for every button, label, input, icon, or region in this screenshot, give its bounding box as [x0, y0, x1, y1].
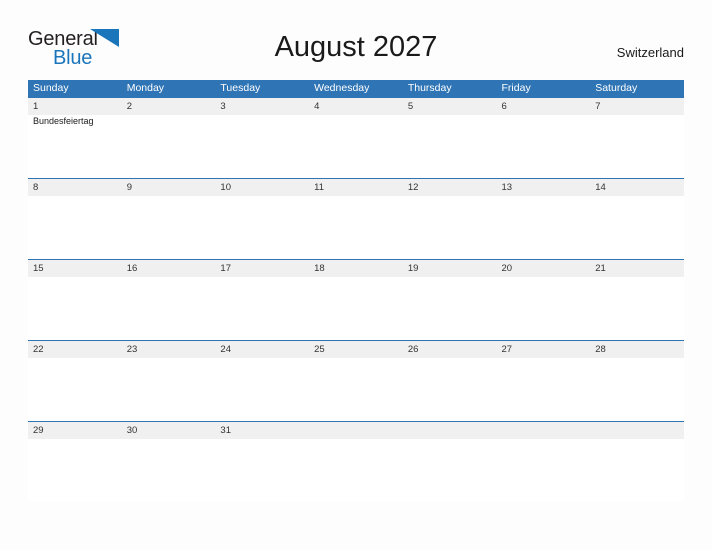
date-number-band: 8 9 10 11 12 13 14 — [28, 179, 684, 196]
day-number[interactable]: 15 — [28, 260, 122, 277]
day-number[interactable]: 1 — [28, 98, 122, 115]
day-content-band — [28, 277, 684, 340]
day-number — [309, 422, 403, 439]
page-title: August 2027 — [274, 31, 438, 63]
day-number — [403, 422, 497, 439]
day-number[interactable]: 20 — [497, 260, 591, 277]
week-row: 8 9 10 11 12 13 14 — [28, 178, 684, 259]
day-cell[interactable] — [497, 115, 591, 178]
day-cell[interactable] — [28, 277, 122, 340]
date-number-band: 15 16 17 18 19 20 21 — [28, 260, 684, 277]
weekday-friday: Friday — [501, 82, 531, 94]
day-number[interactable]: 19 — [403, 260, 497, 277]
page-header: General Blue August 2027 Switzerland — [0, 0, 712, 78]
day-number[interactable]: 12 — [403, 179, 497, 196]
day-cell[interactable] — [122, 196, 216, 259]
day-cell[interactable] — [215, 277, 309, 340]
day-cell — [309, 439, 403, 502]
day-cell[interactable] — [28, 196, 122, 259]
weekday-monday: Monday — [126, 82, 165, 94]
week-row: 29 30 31 — [28, 421, 684, 502]
date-number-band: 1 2 3 4 5 6 7 — [28, 98, 684, 115]
day-number[interactable]: 2 — [122, 98, 216, 115]
day-cell[interactable] — [122, 439, 216, 502]
day-number[interactable]: 18 — [309, 260, 403, 277]
weekday-wednesday: Wednesday — [314, 82, 370, 94]
day-cell — [403, 439, 497, 502]
day-cell[interactable] — [122, 115, 216, 178]
day-number[interactable]: 4 — [309, 98, 403, 115]
day-number[interactable]: 8 — [28, 179, 122, 196]
day-number[interactable]: 22 — [28, 341, 122, 358]
day-cell[interactable] — [309, 196, 403, 259]
day-content-band: Bundesfeiertag — [28, 115, 684, 178]
day-number[interactable]: 25 — [309, 341, 403, 358]
day-cell[interactable] — [28, 439, 122, 502]
weekday-tuesday: Tuesday — [220, 82, 261, 94]
day-cell[interactable] — [215, 115, 309, 178]
day-number[interactable]: 6 — [497, 98, 591, 115]
day-number[interactable]: 23 — [122, 341, 216, 358]
day-cell[interactable] — [28, 358, 122, 421]
day-cell[interactable] — [497, 358, 591, 421]
day-cell[interactable] — [590, 115, 684, 178]
date-number-band: 29 30 31 — [28, 422, 684, 439]
day-content-band — [28, 196, 684, 259]
day-cell[interactable] — [309, 358, 403, 421]
region-label: Switzerland — [616, 45, 684, 60]
day-cell[interactable] — [122, 358, 216, 421]
weekday-saturday: Saturday — [595, 82, 638, 94]
day-number[interactable]: 5 — [403, 98, 497, 115]
day-number[interactable]: 17 — [215, 260, 309, 277]
day-cell[interactable] — [497, 196, 591, 259]
day-cell[interactable] — [403, 358, 497, 421]
day-number[interactable]: 3 — [215, 98, 309, 115]
day-cell[interactable] — [590, 196, 684, 259]
day-number[interactable]: 24 — [215, 341, 309, 358]
day-content-band — [28, 358, 684, 421]
day-cell[interactable] — [403, 277, 497, 340]
day-number[interactable]: 31 — [215, 422, 309, 439]
day-cell — [497, 439, 591, 502]
day-number[interactable]: 30 — [122, 422, 216, 439]
day-number — [497, 422, 591, 439]
day-cell[interactable] — [215, 358, 309, 421]
calendar-grid: Sunday Monday Tuesday Wednesday Thursday… — [28, 80, 684, 502]
day-cell[interactable] — [403, 115, 497, 178]
day-cell[interactable] — [215, 439, 309, 502]
day-cell[interactable] — [309, 115, 403, 178]
day-cell[interactable] — [590, 277, 684, 340]
week-row: 22 23 24 25 26 27 28 — [28, 340, 684, 421]
day-number[interactable]: 26 — [403, 341, 497, 358]
calendar-page: General Blue August 2027 Switzerland Sun… — [0, 0, 712, 550]
day-number[interactable]: 13 — [497, 179, 591, 196]
day-number[interactable]: 27 — [497, 341, 591, 358]
weekday-sunday: Sunday — [33, 82, 69, 94]
day-content-band — [28, 439, 684, 502]
day-number[interactable]: 11 — [309, 179, 403, 196]
weekday-thursday: Thursday — [407, 82, 452, 94]
day-event-label: Bundesfeiertag — [33, 116, 94, 126]
day-number[interactable]: 10 — [215, 179, 309, 196]
day-number[interactable]: 14 — [590, 179, 684, 196]
day-number[interactable]: 29 — [28, 422, 122, 439]
week-row: 1 2 3 4 5 6 7 Bundesfeiertag — [28, 97, 684, 178]
day-cell[interactable] — [215, 196, 309, 259]
week-row: 15 16 17 18 19 20 21 — [28, 259, 684, 340]
day-number[interactable]: 7 — [590, 98, 684, 115]
day-cell[interactable] — [309, 277, 403, 340]
day-number — [590, 422, 684, 439]
day-number[interactable]: 9 — [122, 179, 216, 196]
day-cell[interactable]: Bundesfeiertag — [28, 115, 122, 178]
day-number[interactable]: 16 — [122, 260, 216, 277]
day-cell[interactable] — [403, 196, 497, 259]
day-cell[interactable] — [497, 277, 591, 340]
day-cell[interactable] — [122, 277, 216, 340]
weekday-header-row: Sunday Monday Tuesday Wednesday Thursday… — [28, 80, 684, 97]
day-number[interactable]: 21 — [590, 260, 684, 277]
day-number[interactable]: 28 — [590, 341, 684, 358]
day-cell[interactable] — [590, 358, 684, 421]
day-cell — [590, 439, 684, 502]
date-number-band: 22 23 24 25 26 27 28 — [28, 341, 684, 358]
